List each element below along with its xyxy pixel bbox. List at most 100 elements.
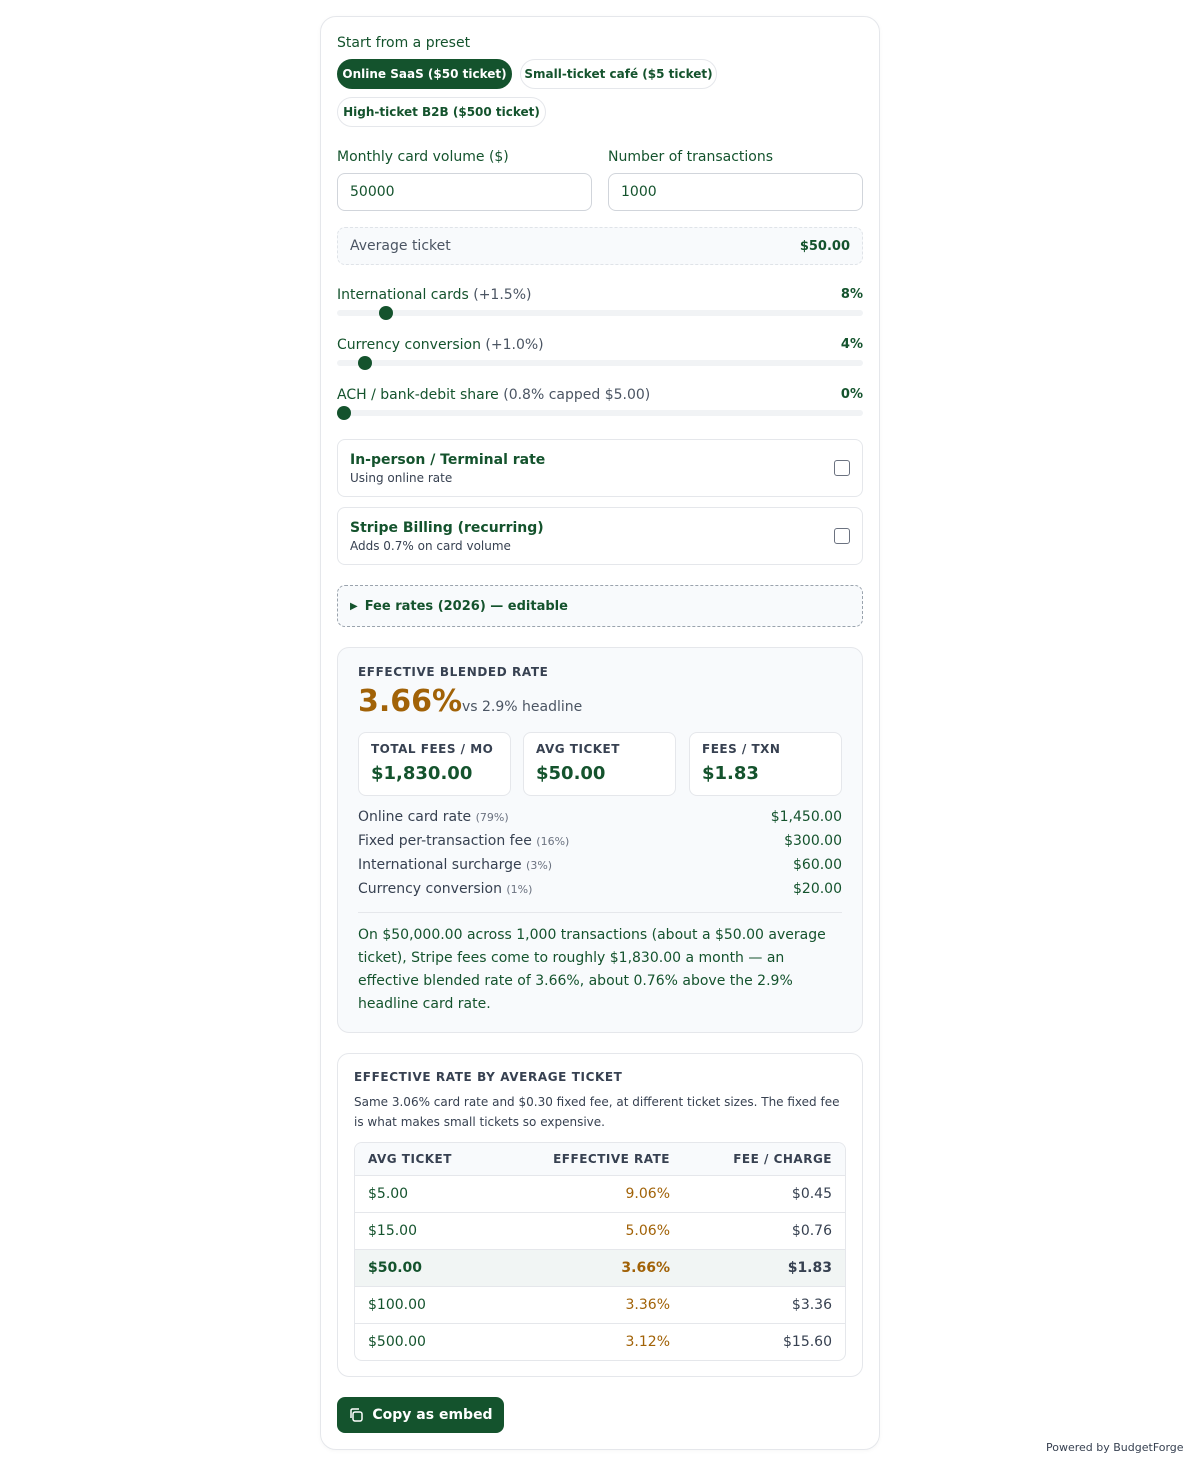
stat-avg-ticket-value: $50.00 bbox=[536, 763, 606, 784]
slider-currency-thumb[interactable] bbox=[358, 356, 373, 370]
table-row: $500.00 3.12% $15.60 bbox=[355, 1323, 845, 1360]
breakdown-pct: (3%) bbox=[526, 859, 553, 872]
stat-avg-ticket: AVG TICKET $50.00 bbox=[523, 732, 676, 796]
breakdown-label: International surcharge bbox=[358, 857, 522, 873]
stat-fees-per-txn-value: $1.83 bbox=[702, 763, 759, 784]
slider-ach: ACH / bank-debit share (0.8% capped $5.0… bbox=[337, 387, 863, 420]
slider-currency-track[interactable] bbox=[337, 356, 863, 370]
cell-fee-charge: $0.76 bbox=[791, 1223, 832, 1239]
toggle-terminal-rate[interactable]: In-person / Terminal rate Using online r… bbox=[337, 439, 863, 497]
toggle-billing-title: Stripe Billing (recurring) bbox=[350, 520, 544, 536]
summary-panel: EFFECTIVE BLENDED RATE 3.66% vs 2.9% hea… bbox=[337, 647, 863, 1033]
ticket-table-description: Same 3.06% card rate and $0.30 fixed fee… bbox=[354, 1095, 840, 1129]
preset-high-ticket-b2b[interactable]: High-ticket B2B ($500 ticket) bbox=[337, 97, 546, 127]
ticket-table-heading: EFFECTIVE RATE BY AVERAGE TICKET bbox=[354, 1070, 623, 1084]
summary-heading: EFFECTIVE BLENDED RATE bbox=[358, 665, 549, 679]
preset-small-ticket-cafe[interactable]: Small-ticket café ($5 ticket) bbox=[520, 59, 717, 89]
breakdown-pct: (16%) bbox=[536, 835, 570, 848]
breakdown-row: Fixed per-transaction fee (16%) $300.00 bbox=[358, 833, 842, 853]
cell-avg-ticket: $5.00 bbox=[368, 1186, 409, 1202]
average-ticket-label: Average ticket bbox=[350, 238, 451, 254]
average-ticket-box: Average ticket $50.00 bbox=[337, 227, 863, 265]
breakdown-amount: $1,450.00 bbox=[770, 809, 842, 825]
cell-fee-charge: $1.83 bbox=[787, 1260, 832, 1276]
table-row: $15.00 5.06% $0.76 bbox=[355, 1212, 845, 1249]
table-row: $5.00 9.06% $0.45 bbox=[355, 1175, 845, 1212]
breakdown-pct: (1%) bbox=[506, 883, 533, 896]
breakdown-pct: (79%) bbox=[475, 811, 509, 824]
cell-avg-ticket: $50.00 bbox=[368, 1260, 423, 1276]
volume-label: Monthly card volume ($) bbox=[337, 149, 509, 165]
breakdown-label: Online card rate bbox=[358, 809, 472, 825]
breakdown-label: Fixed per-transaction fee bbox=[358, 833, 532, 849]
table-header: AVG TICKET EFFECTIVE RATE FEE / CHARGE bbox=[355, 1143, 845, 1175]
column-effective-rate: EFFECTIVE RATE bbox=[553, 1152, 670, 1166]
slider-ach-note: (0.8% capped $5.00) bbox=[498, 387, 651, 403]
slider-international-track[interactable] bbox=[337, 306, 863, 320]
stat-avg-ticket-label: AVG TICKET bbox=[536, 742, 620, 756]
triangle-right-icon: ▶ bbox=[350, 600, 358, 612]
transactions-input[interactable] bbox=[608, 173, 863, 211]
copy-embed-button[interactable]: Copy as embed bbox=[337, 1397, 504, 1433]
breakdown-amount: $300.00 bbox=[784, 833, 842, 849]
cell-fee-charge: $15.60 bbox=[783, 1334, 832, 1350]
toggle-terminal-subtitle: Using online rate bbox=[350, 471, 453, 485]
cell-avg-ticket: $15.00 bbox=[368, 1223, 417, 1239]
slider-international-note: (+1.5%) bbox=[468, 287, 532, 303]
ticket-table: AVG TICKET EFFECTIVE RATE FEE / CHARGE $… bbox=[354, 1142, 846, 1361]
stat-fees-per-txn-label: FEES / TXN bbox=[702, 742, 781, 756]
slider-ach-value: 0% bbox=[840, 387, 863, 402]
breakdown-row: Online card rate (79%) $1,450.00 bbox=[358, 809, 842, 829]
fee-rates-label: Fee rates (2026) — editable bbox=[364, 598, 568, 614]
slider-currency-value: 4% bbox=[840, 337, 863, 352]
slider-international-label: International cards bbox=[337, 287, 469, 303]
slider-international-thumb[interactable] bbox=[379, 306, 394, 320]
cell-effective-rate: 3.36% bbox=[625, 1297, 670, 1313]
toggle-billing-subtitle: Adds 0.7% on card volume bbox=[350, 539, 511, 553]
terminal-rate-checkbox[interactable] bbox=[834, 460, 850, 476]
slider-currency-label: Currency conversion bbox=[337, 337, 481, 353]
slider-international-value: 8% bbox=[840, 287, 863, 302]
summary-divider bbox=[358, 912, 842, 913]
cell-avg-ticket: $100.00 bbox=[368, 1297, 426, 1313]
headline-comparison: vs 2.9% headline bbox=[462, 699, 583, 715]
stripe-billing-checkbox[interactable] bbox=[834, 528, 850, 544]
cell-effective-rate: 9.06% bbox=[625, 1186, 670, 1202]
average-ticket-value: $50.00 bbox=[799, 238, 850, 254]
preset-online-saas[interactable]: Online SaaS ($50 ticket) bbox=[337, 59, 512, 89]
volume-input[interactable] bbox=[337, 173, 592, 211]
toggle-terminal-title: In-person / Terminal rate bbox=[350, 452, 546, 468]
breakdown-amount: $20.00 bbox=[793, 881, 842, 897]
cell-effective-rate: 5.06% bbox=[625, 1223, 670, 1239]
copy-icon bbox=[350, 1408, 364, 1422]
slider-ach-label: ACH / bank-debit share bbox=[337, 387, 499, 403]
slider-ach-thumb[interactable] bbox=[337, 406, 351, 420]
table-row: $100.00 3.36% $3.36 bbox=[355, 1286, 845, 1323]
breakdown-amount: $60.00 bbox=[793, 857, 842, 873]
blended-rate: 3.66% bbox=[358, 684, 463, 719]
cell-fee-charge: $0.45 bbox=[791, 1186, 832, 1202]
ticket-rate-card: EFFECTIVE RATE BY AVERAGE TICKET Same 3.… bbox=[337, 1053, 863, 1377]
slider-international: International cards (+1.5%) 8% bbox=[337, 287, 863, 320]
toggle-stripe-billing[interactable]: Stripe Billing (recurring) Adds 0.7% on … bbox=[337, 507, 863, 565]
powered-by-link[interactable]: Powered by BudgetForge bbox=[1046, 1441, 1184, 1454]
column-avg-ticket: AVG TICKET bbox=[368, 1152, 452, 1166]
cell-avg-ticket: $500.00 bbox=[368, 1334, 426, 1350]
stat-total-fees-value: $1,830.00 bbox=[371, 763, 473, 784]
cell-effective-rate: 3.66% bbox=[621, 1260, 670, 1276]
copy-embed-label: Copy as embed bbox=[372, 1407, 493, 1423]
stat-fees-per-txn: FEES / TXN $1.83 bbox=[689, 732, 842, 796]
table-row-highlighted: $50.00 3.66% $1.83 bbox=[355, 1249, 845, 1286]
preset-title: Start from a preset bbox=[337, 35, 471, 51]
slider-ach-track[interactable] bbox=[337, 406, 863, 420]
stat-total-fees-label: TOTAL FEES / MO bbox=[371, 742, 494, 756]
slider-currency-note: (+1.0%) bbox=[480, 337, 544, 353]
cell-effective-rate: 3.12% bbox=[625, 1334, 670, 1350]
breakdown-row: Currency conversion (1%) $20.00 bbox=[358, 881, 842, 901]
cell-fee-charge: $3.36 bbox=[791, 1297, 832, 1313]
column-fee-charge: FEE / CHARGE bbox=[733, 1152, 832, 1166]
breakdown-row: International surcharge (3%) $60.00 bbox=[358, 857, 842, 877]
summary-narrative: On $50,000.00 across 1,000 transactions … bbox=[358, 927, 826, 1012]
breakdown-label: Currency conversion bbox=[358, 881, 502, 897]
fee-rates-disclosure[interactable]: ▶ Fee rates (2026) — editable bbox=[337, 585, 863, 627]
